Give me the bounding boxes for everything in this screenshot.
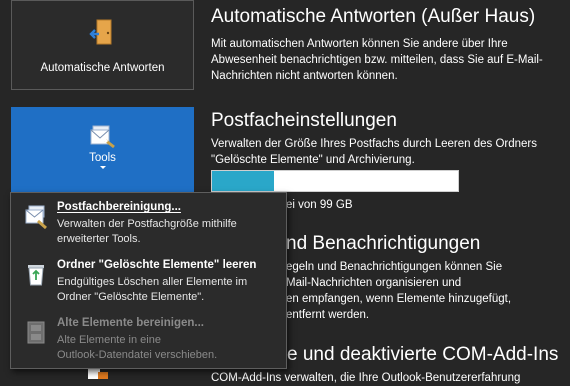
mailbox-usage-text: ei von 99 GB xyxy=(286,199,353,211)
tools-dropdown-menu: Postfachbereinigung... Verwalten der Pos… xyxy=(10,192,287,369)
description-line: Mail-Nachrichten organisieren und xyxy=(286,277,462,289)
description-line: Alte Elemente in eine xyxy=(57,334,161,346)
auto-reply-icon xyxy=(88,19,111,45)
recycle-bin-icon xyxy=(28,265,44,286)
auto-reply-section-title: Automatische Antworten (Außer Haus) xyxy=(211,6,536,27)
tools-tile-label: Tools xyxy=(89,152,116,164)
tools-tile-button[interactable]: Tools xyxy=(11,107,194,195)
mailbox-usage-fill xyxy=(212,171,274,191)
description-line: Endgültiges Löschen aller Elemente im xyxy=(57,276,248,288)
description-line: Nachrichten nicht antworten können. xyxy=(211,70,398,82)
description-line: "Gelöschte Elemente" und Archivierung. xyxy=(211,154,415,166)
menu-item-archive-old-items[interactable]: Alte Elemente bereinigen... Alte Element… xyxy=(11,317,286,369)
description-line: erweiterter Tools. xyxy=(57,233,141,245)
mailbox-section-title: Postfacheinstellungen xyxy=(211,110,397,131)
chevron-down-icon xyxy=(99,166,106,169)
archive-cabinet-icon xyxy=(27,321,45,344)
mailbox-cleanup-icon xyxy=(25,205,47,229)
description-line: en empfangen, wenn Elemente hinzugefügt, xyxy=(286,293,512,305)
rules-section-title: nd Benachrichtigungen xyxy=(286,233,481,254)
menu-item-title: Alte Elemente bereinigen... xyxy=(57,317,204,329)
menu-item-empty-deleted-items[interactable]: Ordner "Gelöschte Elemente" leeren Endgü… xyxy=(11,259,286,311)
auto-reply-tile-button[interactable]: Automatische Antworten xyxy=(11,0,194,90)
description-line: Mit automatischen Antworten können Sie a… xyxy=(211,38,508,50)
description-line: Verwalten der Größe Ihres Postfachs durc… xyxy=(211,138,537,150)
addins-section-description: COM-Add-Ins verwalten, die Ihre Outlook-… xyxy=(211,372,521,384)
addins-section-title: e und deaktivierte COM-Add-Ins xyxy=(287,344,559,365)
auto-reply-tile-label: Automatische Antworten xyxy=(40,62,165,74)
menu-item-mailbox-cleanup[interactable]: Postfachbereinigung... Verwalten der Pos… xyxy=(11,201,286,253)
menu-item-description: Verwalten der Postfachgröße mithilfe erw… xyxy=(57,217,237,247)
menu-item-description: Endgültiges Löschen aller Elemente im Or… xyxy=(57,275,247,305)
mailbox-usage-bar xyxy=(211,170,459,192)
description-line: entfernt werden. xyxy=(286,309,370,321)
description-line: Outlook-Datendatei verschieben. xyxy=(57,349,218,361)
description-line: Verwalten der Postfachgröße mithilfe xyxy=(57,218,237,230)
menu-item-title: Postfachbereinigung... xyxy=(57,201,181,213)
description-line: Ordner "Gelöschte Elemente". xyxy=(57,291,205,303)
rules-section-description: egeln und Benachrichtigungen können Sie … xyxy=(286,259,511,323)
menu-item-title: Ordner "Gelöschte Elemente" leeren xyxy=(57,259,257,271)
mailbox-section-description: Verwalten der Größe Ihres Postfachs durc… xyxy=(211,136,537,168)
auto-reply-section-description: Mit automatischen Antworten können Sie a… xyxy=(211,36,543,84)
description-line: egeln und Benachrichtigungen können Sie xyxy=(286,261,503,273)
tools-icon xyxy=(90,125,115,149)
description-line: Abwesenheit benachrichtigen bzw. mitteil… xyxy=(211,54,543,66)
menu-item-description: Alte Elemente in eine Outlook-Datendatei… xyxy=(57,333,217,363)
